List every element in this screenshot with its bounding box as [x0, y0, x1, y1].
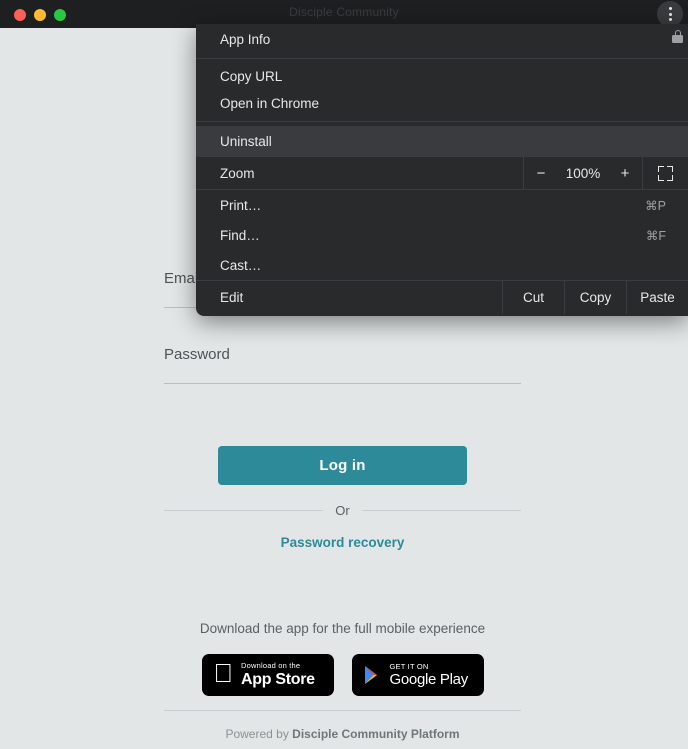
app-store-badge-big: App Store — [221, 670, 315, 688]
footer-separator — [164, 710, 521, 711]
zoom-in-button[interactable]: + — [608, 157, 642, 189]
lock-icon — [672, 30, 683, 43]
google-play-badge[interactable]: GET IT ON Google Play — [351, 654, 484, 696]
menu-item-cast[interactable]: Cast… — [196, 250, 688, 280]
or-line-left — [164, 509, 324, 511]
or-label: Or — [335, 502, 350, 518]
zoom-out-button[interactable]: − — [524, 157, 558, 189]
menu-item-print-label: Print… — [220, 197, 262, 213]
menu-item-find-shortcut: ⌘F — [645, 228, 666, 243]
app-store-badge[interactable]:  Download on the App Store — [201, 654, 334, 696]
menu-item-uninstall-label: Uninstall — [220, 133, 272, 149]
menu-item-open-in-chrome[interactable]: Open in Chrome — [196, 90, 688, 117]
paste-button[interactable]: Paste — [626, 281, 688, 314]
menu-separator-2 — [196, 121, 688, 122]
menu-item-zoom: Zoom − 100% + — [196, 157, 688, 189]
menu-item-print-shortcut: ⌘P — [645, 198, 666, 213]
password-underline — [164, 383, 521, 384]
menu-item-print[interactable]: Print… ⌘P — [196, 190, 688, 220]
menu-item-copy-url-label: Copy URL — [220, 69, 283, 84]
menu-item-edit: Edit Cut Copy Paste — [196, 281, 688, 314]
google-play-icon — [364, 665, 382, 685]
powered-by-brand: Disciple Community Platform — [292, 727, 460, 741]
copy-button[interactable]: Copy — [564, 281, 626, 314]
log-in-button[interactable]: Log in — [218, 446, 467, 485]
menu-item-find-label: Find… — [220, 227, 260, 243]
fullscreen-icon — [658, 165, 673, 181]
menu-item-copy-url[interactable]: Copy URL — [196, 63, 688, 90]
powered-by: Powered by Disciple Community Platform — [164, 727, 521, 741]
password-label: Password — [164, 346, 230, 363]
menu-item-cast-label: Cast… — [220, 257, 262, 273]
cut-button[interactable]: Cut — [502, 281, 564, 314]
google-play-badge-small: GET IT ON — [389, 661, 429, 671]
or-line-right — [361, 509, 522, 511]
zoom-level-value: 100% — [565, 165, 601, 181]
menu-item-uninstall[interactable]: Uninstall — [196, 126, 688, 156]
app-window: Email Password Log in Or Password recove… — [0, 0, 688, 749]
apple-icon:  — [214, 660, 234, 686]
menu-separator-1 — [196, 58, 688, 59]
menu-item-app-info[interactable]: App Info — [196, 24, 688, 54]
menu-item-open-in-chrome-label: Open in Chrome — [220, 96, 320, 111]
fullscreen-button[interactable] — [642, 157, 688, 189]
download-prompt: Download the app for the full mobile exp… — [199, 621, 486, 636]
menu-item-zoom-label: Zoom — [220, 165, 255, 181]
powered-by-prefix: Powered by — [225, 727, 293, 741]
menu-item-app-info-label: App Info — [220, 31, 271, 47]
store-badges:  Download on the App Store — [164, 654, 521, 696]
password-field[interactable]: Password — [164, 345, 521, 384]
or-divider: Or — [164, 501, 522, 519]
password-recovery-link[interactable]: Password recovery — [164, 535, 521, 550]
app-menu: App Info Copy URL Open in Chrome Uninsta… — [196, 24, 688, 316]
menu-item-find[interactable]: Find… ⌘F — [196, 220, 688, 250]
zoom-controls: − 100% + — [523, 157, 642, 189]
window-title: Disciple Community — [289, 5, 399, 19]
google-play-badge-big: Google Play — [389, 671, 469, 689]
app-store-badge-small: Download on the — [221, 661, 300, 671]
menu-item-edit-label: Edit — [220, 290, 244, 305]
